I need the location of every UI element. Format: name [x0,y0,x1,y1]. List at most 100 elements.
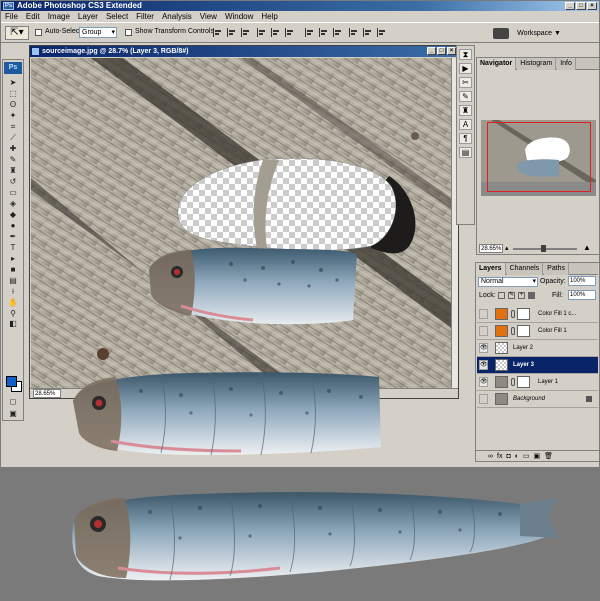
slice-tool-icon[interactable]: ⟋ [3,132,23,143]
layer-comps-icon[interactable]: ▤ [459,147,472,158]
tab-channels[interactable]: Channels [506,263,544,275]
eye-icon[interactable]: 👁 [479,377,488,387]
tool-preset-picker[interactable]: ⇱▾ [5,26,29,40]
distribute-top-icon[interactable] [305,28,314,37]
navigator-zoom-slider[interactable] [513,245,577,252]
eraser-tool-icon[interactable]: ▭ [3,187,23,198]
menu-window[interactable]: Window [225,11,253,22]
navigator-view-box[interactable] [487,122,591,192]
auto-select-checkbox[interactable] [35,29,42,36]
history-panel-icon[interactable]: ⧗ [459,49,472,60]
clone-stamp-tool-icon[interactable]: ♜ [3,165,23,176]
distribute-vcenter-icon[interactable] [319,28,328,37]
navigator-zoom-field[interactable]: 28.65% [479,244,503,253]
magic-wand-tool-icon[interactable]: ✦ [3,110,23,121]
document-close-button[interactable]: × [447,47,456,55]
align-top-icon[interactable] [213,28,222,37]
paragraph-panel-icon[interactable]: ¶ [459,133,472,144]
zoom-slider-knob[interactable] [541,245,546,252]
distribute-hcenter-icon[interactable] [363,28,372,37]
workspace-button[interactable]: Workspace ▼ [515,27,563,40]
menu-select[interactable]: Select [106,11,128,22]
layer-mask-thumbnail[interactable] [517,308,530,320]
delete-layer-icon[interactable]: 🗑 [544,452,553,460]
menu-layer[interactable]: Layer [78,11,98,22]
blur-tool-icon[interactable]: ◆ [3,209,23,220]
zoom-out-icon[interactable]: ▴ [505,244,509,252]
align-left-icon[interactable] [257,28,266,37]
show-transform-checkbox[interactable] [125,29,132,36]
foreground-color-swatch[interactable] [6,376,17,387]
menu-view[interactable]: View [200,11,217,22]
tab-histogram[interactable]: Histogram [517,58,557,70]
document-maximize-button[interactable]: □ [437,47,446,55]
new-group-icon[interactable]: ▭ [523,452,530,460]
minimize-button[interactable]: _ [565,2,575,10]
fill-field[interactable]: 100% [568,290,596,300]
distribute-bottom-icon[interactable] [333,28,342,37]
layer-mask-thumbnail[interactable] [517,325,530,337]
menu-file[interactable]: File [5,11,18,22]
eyedropper-tool-icon[interactable]: ⟊ [3,286,23,297]
layer-row[interactable]: Color Fill 1 c... [477,306,598,323]
tab-navigator[interactable]: Navigator [477,58,517,70]
brush-tool-icon[interactable]: ✎ [3,154,23,165]
default-colors-icon[interactable]: ◧ [3,319,23,328]
zoom-tool-icon[interactable]: ⚲ [3,308,23,319]
layer-row[interactable]: 👁 Layer 2 [477,340,598,357]
navigator-thumbnail[interactable] [481,120,596,196]
tab-layers[interactable]: Layers [476,263,506,275]
lock-image-icon[interactable]: ✎ [508,292,515,299]
maximize-button[interactable]: □ [576,2,586,10]
shape-tool-icon[interactable]: ■ [3,264,23,275]
align-vcenter-icon[interactable] [227,28,236,37]
adjustment-layer-icon[interactable]: ◐ [515,453,519,460]
lock-all-icon[interactable] [528,292,535,299]
visibility-toggle[interactable] [479,394,488,404]
dodge-tool-icon[interactable]: ● [3,220,23,231]
blend-mode-dropdown[interactable]: Normal [478,277,538,287]
zoom-in-icon[interactable]: ▲ [583,243,591,252]
document-title-bar[interactable]: sourceimage.jpg @ 28.7% (Layer 3, RGB/8#… [30,46,458,57]
history-brush-tool-icon[interactable]: ↺ [3,176,23,187]
marquee-tool-icon[interactable]: ⬚ [3,88,23,99]
pen-tool-icon[interactable]: ✒ [3,231,23,242]
align-right-icon[interactable] [285,28,294,37]
add-mask-icon[interactable]: ◘ [506,453,510,460]
lock-position-icon[interactable]: + [518,292,525,299]
hand-tool-icon[interactable]: ✋ [3,297,23,308]
eye-icon[interactable]: 👁 [479,360,488,370]
tab-paths[interactable]: Paths [544,263,570,275]
path-selection-tool-icon[interactable]: ▸ [3,253,23,264]
menu-image[interactable]: Image [48,11,70,22]
tool-presets-icon[interactable]: ✂ [459,77,472,88]
lasso-tool-icon[interactable]: ʘ [3,99,23,110]
layer-style-icon[interactable]: fx [497,453,502,460]
eye-icon[interactable]: 👁 [479,343,488,353]
clone-source-icon[interactable]: ♜ [459,105,472,116]
quick-mask-icon[interactable]: ◻ [3,396,23,407]
distribute-right-icon[interactable] [377,28,386,37]
actions-panel-icon[interactable]: ▶ [459,63,472,74]
lock-transparent-icon[interactable] [498,292,505,299]
healing-brush-tool-icon[interactable]: ✚ [3,143,23,154]
bridge-icon[interactable] [493,28,509,39]
align-bottom-icon[interactable] [241,28,250,37]
crop-tool-icon[interactable]: ⌗ [3,121,23,132]
document-zoom-field[interactable]: 28.65% [33,389,61,398]
visibility-toggle[interactable] [479,309,488,319]
visibility-toggle[interactable] [479,326,488,336]
paint-bucket-tool-icon[interactable]: ◈ [3,198,23,209]
document-minimize-button[interactable]: _ [427,47,436,55]
layer-mask-thumbnail[interactable] [517,376,530,388]
layer-row[interactable]: Color Fill 1 [477,323,598,340]
menu-filter[interactable]: Filter [136,11,154,22]
move-tool-icon[interactable]: ➤ [3,77,23,88]
screen-mode-icon[interactable]: ▣ [3,408,23,419]
type-tool-icon[interactable]: T [3,242,23,253]
layer-row-selected[interactable]: 👁 Layer 3 [477,357,598,374]
tab-info[interactable]: Info [557,58,576,70]
new-layer-icon[interactable]: ▣ [534,452,541,460]
opacity-field[interactable]: 100% [568,276,596,286]
menu-edit[interactable]: Edit [26,11,40,22]
